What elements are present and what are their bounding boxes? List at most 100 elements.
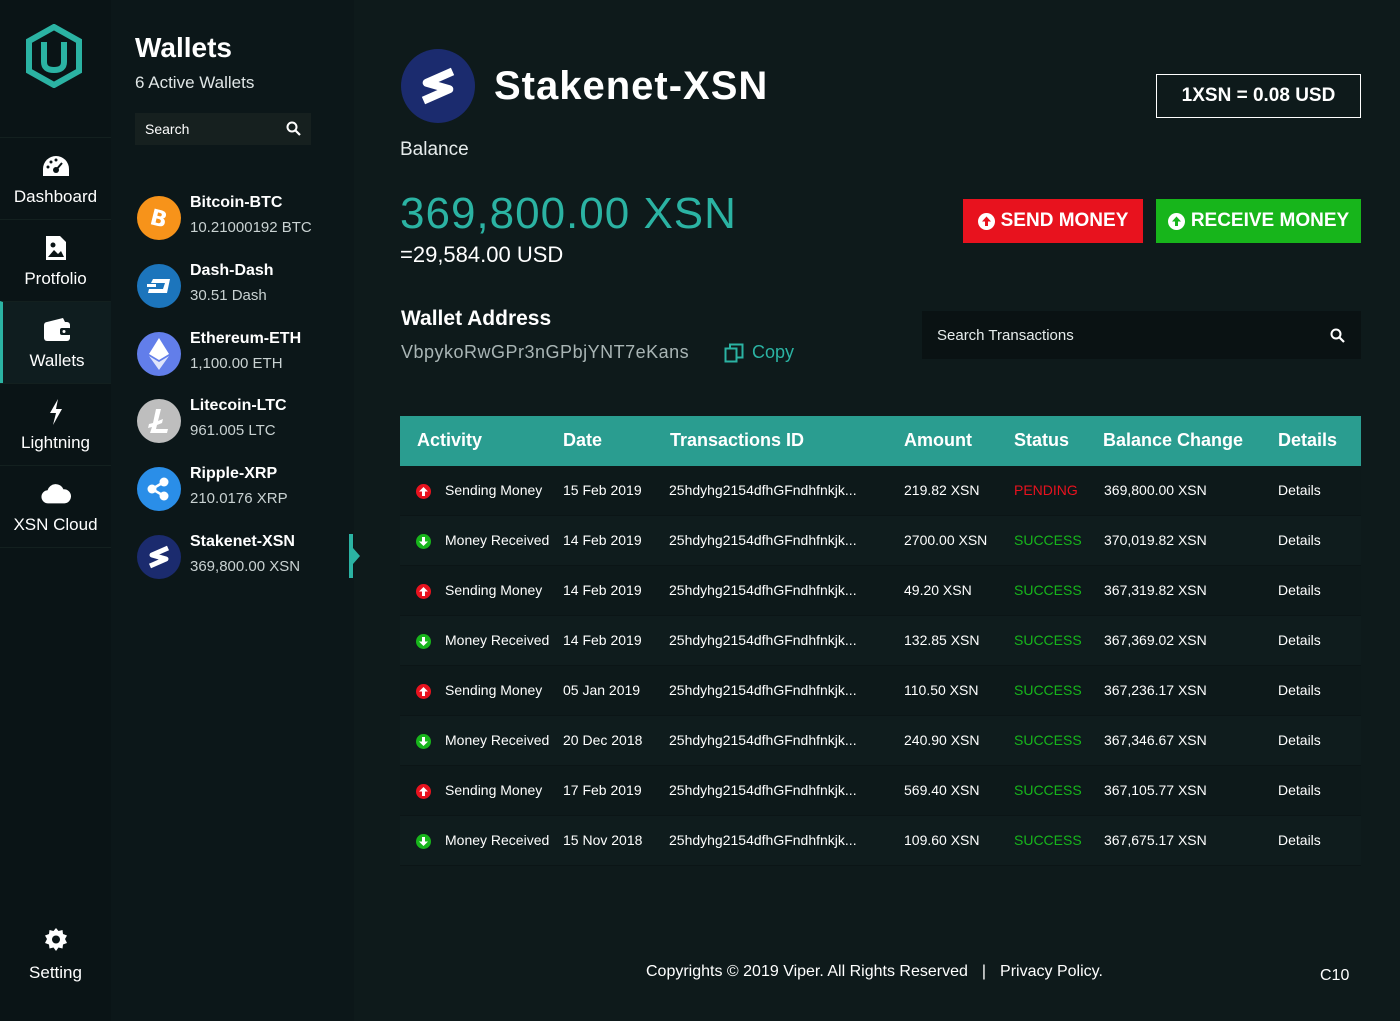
balance-label: Balance bbox=[400, 139, 469, 160]
cell-details[interactable]: Details bbox=[1278, 632, 1321, 648]
cell-date: 20 Dec 2018 bbox=[563, 732, 643, 748]
table-row[interactable]: Sending Money 17 Feb 2019 25hdyhg2154dfhGF… bbox=[400, 766, 1361, 816]
cell-txid: 25hdyhg2154dfhGFndhfnkjk... bbox=[669, 532, 857, 548]
table-row[interactable]: Sending Money 15 Feb 2019 25hdyhg2154dfhGF… bbox=[400, 466, 1361, 516]
cell-details[interactable]: Details bbox=[1278, 532, 1321, 548]
cell-amount: 110.50 XSN bbox=[904, 682, 979, 698]
wallet-search-input[interactable]: Search bbox=[135, 113, 311, 145]
cell-status: SUCCESS bbox=[1014, 682, 1082, 698]
wallet-address-label: Wallet Address bbox=[401, 307, 552, 330]
ripple-icon bbox=[137, 467, 181, 511]
column-header-activity: Activity bbox=[417, 430, 483, 450]
table-row[interactable]: Money Received 14 Feb 2019 25hdyhg2154dfhG… bbox=[400, 516, 1361, 566]
cell-balance-change: 367,369.02 XSN bbox=[1104, 632, 1207, 648]
nav-item-setting[interactable]: Setting bbox=[0, 920, 111, 990]
balance-usd: =29,584.00 USD bbox=[400, 242, 564, 267]
cell-activity: Sending Money bbox=[445, 582, 543, 598]
nav-item-lightning[interactable]: Lightning bbox=[0, 383, 111, 465]
wallet-panel: Wallets 6 Active Wallets Search B Bitcoi… bbox=[111, 0, 354, 1021]
search-icon[interactable] bbox=[286, 121, 301, 139]
arrow-up-circle-icon bbox=[416, 684, 431, 699]
nav-item-dashboard[interactable]: Dashboard bbox=[0, 137, 111, 219]
cell-status: SUCCESS bbox=[1014, 532, 1082, 548]
table-row[interactable]: Money Received 20 Dec 2018 25hdyhg2154dfhG… bbox=[400, 716, 1361, 766]
wallet-item-eth[interactable]: Ethereum-ETH 1,100.00 ETH bbox=[137, 330, 357, 380]
cell-activity: Money Received bbox=[445, 832, 550, 848]
nav-label: Wallets bbox=[29, 350, 85, 370]
column-header-status: Status bbox=[1014, 430, 1070, 450]
nav-divider bbox=[0, 547, 111, 548]
receive-money-label: RECEIVE MONEY bbox=[1190, 210, 1350, 231]
portfolio-icon bbox=[41, 233, 71, 263]
wallet-search-placeholder: Search bbox=[145, 121, 190, 137]
wallet-balance: 30.51 Dash bbox=[190, 287, 267, 304]
cell-amount: 240.90 XSN bbox=[904, 732, 980, 748]
wallet-item-xrp[interactable]: Ripple-XRP 210.0176 XRP bbox=[137, 465, 357, 515]
nav-label: Dashboard bbox=[13, 186, 98, 206]
receive-money-button[interactable]: RECEIVE MONEY bbox=[1156, 199, 1361, 243]
litecoin-icon bbox=[137, 399, 181, 443]
cell-date: 14 Feb 2019 bbox=[563, 532, 642, 548]
cell-activity: Sending Money bbox=[445, 482, 543, 498]
cell-txid: 25hdyhg2154dfhGFndhfnkjk... bbox=[669, 832, 857, 848]
arrow-up-circle-icon bbox=[977, 212, 995, 230]
cell-activity: Sending Money bbox=[445, 682, 543, 698]
cell-balance-change: 367,105.77 XSN bbox=[1104, 782, 1207, 798]
footer: Copyrights © 2019 Viper. All Rights Rese… bbox=[646, 963, 1103, 981]
send-money-label: SEND MONEY bbox=[1000, 210, 1129, 231]
transactions-table: Activity Date Transactions ID Amount Sta… bbox=[400, 416, 1361, 866]
cell-status: SUCCESS bbox=[1014, 732, 1082, 748]
stakenet-icon bbox=[137, 535, 181, 579]
cell-details[interactable]: Details bbox=[1278, 732, 1321, 748]
version-label: C10 bbox=[1320, 967, 1350, 984]
cell-details[interactable]: Details bbox=[1278, 782, 1321, 798]
wallet-item-ltc[interactable]: Litecoin-LTC 961.005 LTC bbox=[137, 397, 357, 447]
wallet-icon bbox=[42, 315, 72, 345]
wallet-item-dash[interactable]: Dash-Dash 30.51 Dash bbox=[137, 262, 357, 312]
arrow-down-circle-icon bbox=[416, 734, 431, 749]
wallet-name: Dash-Dash bbox=[190, 262, 274, 279]
nav-label: Protfolio bbox=[24, 268, 87, 288]
wallet-balance: 961.005 LTC bbox=[190, 422, 276, 439]
cell-balance-change: 367,346.67 XSN bbox=[1104, 732, 1207, 748]
wallet-item-btc[interactable]: B Bitcoin-BTC 10.21000192 BTC bbox=[137, 194, 357, 244]
ethereum-icon bbox=[137, 332, 181, 376]
privacy-policy-link[interactable]: Privacy Policy. bbox=[1000, 963, 1103, 980]
table-header: Activity Date Transactions ID Amount Sta… bbox=[400, 416, 1361, 466]
nav-item-wallets[interactable]: Wallets bbox=[0, 301, 111, 383]
wallet-name: Bitcoin-BTC bbox=[190, 194, 283, 211]
cell-txid: 25hdyhg2154dfhGFndhfnkjk... bbox=[669, 732, 857, 748]
cell-date: 15 Feb 2019 bbox=[563, 482, 642, 498]
cell-date: 14 Feb 2019 bbox=[563, 582, 642, 598]
wallet-address: VbpykoRwGPr3nGPbjYNT7eKans bbox=[401, 342, 690, 362]
nav-item-xsn-cloud[interactable]: XSN Cloud bbox=[0, 465, 111, 547]
wallet-item-xsn[interactable]: Stakenet-XSN 369,800.00 XSN bbox=[137, 533, 357, 583]
cell-details[interactable]: Details bbox=[1278, 682, 1321, 698]
cell-status: SUCCESS bbox=[1014, 582, 1082, 598]
cell-date: 17 Feb 2019 bbox=[563, 782, 642, 798]
copy-icon bbox=[724, 343, 744, 363]
copy-address-button[interactable]: Copy bbox=[724, 342, 794, 363]
table-row[interactable]: Money Received 14 Feb 2019 25hdyhg2154dfhG… bbox=[400, 616, 1361, 666]
cell-details[interactable]: Details bbox=[1278, 582, 1321, 598]
footer-separator: | bbox=[981, 963, 987, 980]
send-money-button[interactable]: SEND MONEY bbox=[963, 199, 1143, 243]
cell-balance-change: 367,675.17 XSN bbox=[1104, 832, 1207, 848]
nav-item-portfolio[interactable]: Protfolio bbox=[0, 219, 111, 301]
cloud-icon bbox=[40, 479, 71, 509]
cell-activity: Money Received bbox=[445, 732, 550, 748]
table-row[interactable]: Money Received 15 Nov 2018 25hdyhg2154dfhG… bbox=[400, 816, 1361, 866]
main-nav: Dashboard Protfolio Wallets Lightning XS… bbox=[0, 0, 111, 1021]
balance-amount: 369,800.00 XSN bbox=[400, 189, 737, 238]
wallet-name: Ethereum-ETH bbox=[190, 330, 302, 347]
wallet-balance: 210.0176 XRP bbox=[190, 490, 288, 507]
transaction-search-input[interactable]: Search Transactions bbox=[922, 311, 1361, 359]
cell-status: SUCCESS bbox=[1014, 832, 1082, 848]
cell-balance-change: 367,236.17 XSN bbox=[1104, 682, 1207, 698]
search-icon[interactable] bbox=[1330, 328, 1345, 347]
cell-txid: 25hdyhg2154dfhGFndhfnkjk... bbox=[669, 682, 857, 698]
cell-details[interactable]: Details bbox=[1278, 482, 1321, 498]
table-row[interactable]: Sending Money 14 Feb 2019 25hdyhg2154dfhGF… bbox=[400, 566, 1361, 616]
table-row[interactable]: Sending Money 05 Jan 2019 25hdyhg2154dfhGF… bbox=[400, 666, 1361, 716]
cell-details[interactable]: Details bbox=[1278, 832, 1321, 848]
